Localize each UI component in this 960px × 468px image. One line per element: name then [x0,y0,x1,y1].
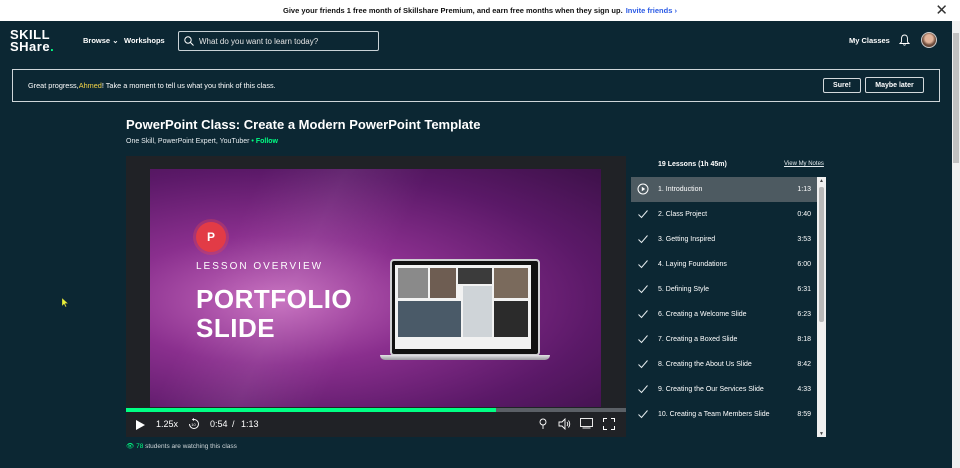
slide-overline: LESSON OVERVIEW [196,261,324,272]
sure-button[interactable]: Sure! [823,78,861,93]
skillshare-logo[interactable]: SKILL SHare. [10,28,54,53]
time-separator: / [232,419,235,429]
lesson-item[interactable]: 7. Creating a Boxed Slide 8:18 [631,327,817,352]
slide-title-line1: PORTFOLIO [196,284,353,314]
view-my-notes-link[interactable]: View My Notes [784,161,824,167]
play-icon[interactable] [136,420,145,430]
lesson-scrollbar[interactable]: ▲ ▼ [817,177,826,437]
lesson-duration: 0:40 [797,211,811,218]
lesson-duration: 6:23 [797,311,811,318]
lesson-duration: 4:33 [797,386,811,393]
lessons-count: 19 Lessons (1h 45m) [658,161,727,168]
lesson-title: 8. Creating the About Us Slide [658,361,752,368]
playback-speed[interactable]: 1.25x [156,419,178,429]
laptop-image [380,259,550,360]
lesson-title: 3. Getting Inspired [658,236,716,243]
checkmark-icon [638,335,648,344]
search-icon [184,36,194,46]
lesson-title: 4. Laying Foundations [658,261,727,268]
play-circle-icon [637,183,649,195]
lesson-title: 7. Creating a Boxed Slide [658,336,738,343]
checkmark-icon [638,235,648,244]
duration: 1:13 [241,419,259,429]
fullscreen-icon[interactable] [603,418,615,430]
maybe-later-button[interactable]: Maybe later [865,77,924,93]
video-player[interactable]: P LESSON OVERVIEW PORTFOLIO SLIDE 1.25x … [126,156,626,437]
powerpoint-logo-icon: P [196,222,226,252]
lesson-duration: 8:18 [797,336,811,343]
search-input[interactable] [199,36,369,46]
lesson-title: 1. Introduction [658,186,703,193]
lesson-item[interactable]: 9. Creating the Our Services Slide 4:33 [631,377,817,402]
promo-banner: Give your friends 1 free month of Skills… [0,0,960,21]
rewind-icon[interactable]: 10 [188,418,200,430]
slide-title-line2: SLIDE [196,313,276,343]
checkmark-icon [638,285,648,294]
lesson-list[interactable]: 1. Introduction 1:13 2. Class Project 0:40 3… [631,177,817,437]
progress-fill [126,408,496,412]
lesson-item[interactable]: 4. Laying Foundations 6:00 [631,252,817,277]
current-time: 0:54 [210,419,228,429]
checkmark-icon [638,210,648,219]
workshops-link[interactable]: Workshops [124,36,165,45]
lesson-item[interactable]: 3. Getting Inspired 3:53 [631,227,817,252]
lesson-duration: 8:59 [797,411,811,418]
scroll-down-icon: ▼ [819,431,824,437]
checkmark-icon [638,260,648,269]
lesson-item[interactable]: 8. Creating the About Us Slide 8:42 [631,352,817,377]
feedback-prompt: Great progress, Ahmed! Take a moment to … [12,69,940,102]
lesson-duration: 6:31 [797,286,811,293]
lesson-duration: 1:13 [797,186,811,193]
browse-menu[interactable]: Browse ⌄ [83,36,118,45]
teacher-name[interactable]: One Skill, PowerPoint Expert, YouTuber [126,138,249,145]
lesson-item[interactable]: 5. Defining Style 6:31 [631,277,817,302]
user-name: Ahmed [78,81,102,90]
page-scrollbar[interactable] [952,21,960,468]
close-icon[interactable]: ✕ [935,3,948,18]
lightbulb-icon[interactable] [539,418,547,430]
my-classes-link[interactable]: My Classes [849,36,890,45]
follow-button[interactable]: Follow [256,138,278,145]
search-box[interactable] [178,31,379,51]
svg-text:10: 10 [191,422,196,427]
lesson-title: 10. Creating a Team Members Slide [658,411,770,418]
volume-icon[interactable] [558,418,571,430]
lesson-item[interactable]: 10. Creating a Team Members Slide 8:59 [631,402,817,427]
chevron-down-icon: ⌄ [112,36,119,45]
lesson-title: 6. Creating a Welcome Slide [658,311,747,318]
video-frame[interactable]: P LESSON OVERVIEW PORTFOLIO SLIDE [150,169,601,407]
watching-count: 👁 78 students are watching this class [126,443,237,450]
lesson-title: 2. Class Project [658,211,708,218]
captions-icon[interactable] [580,418,593,429]
lesson-title: 9. Creating the Our Services Slide [658,386,764,393]
checkmark-icon [638,310,648,319]
scroll-up-icon: ▲ [819,178,824,184]
checkmark-icon [638,385,648,394]
lesson-item[interactable]: 2. Class Project 0:40 [631,202,817,227]
class-title: PowerPoint Class: Create a Modern PowerP… [126,117,481,132]
mouse-cursor-icon [62,298,68,307]
promo-text: Give your friends 1 free month of Skills… [283,6,623,15]
teacher-line: One Skill, PowerPoint Expert, YouTuber •… [126,138,278,145]
invite-friends-link[interactable]: Invite friends › [626,6,677,15]
eye-icon: 👁 [126,443,135,450]
checkmark-icon [638,360,648,369]
lesson-duration: 3:53 [797,236,811,243]
lesson-item[interactable]: 1. Introduction 1:13 [631,177,817,202]
bell-icon[interactable] [899,34,910,46]
lesson-duration: 6:00 [797,261,811,268]
lesson-duration: 8:42 [797,361,811,368]
avatar[interactable] [921,32,937,48]
lesson-item[interactable]: 6. Creating a Welcome Slide 6:23 [631,302,817,327]
lesson-title: 5. Defining Style [658,286,709,293]
checkmark-icon [638,410,648,419]
